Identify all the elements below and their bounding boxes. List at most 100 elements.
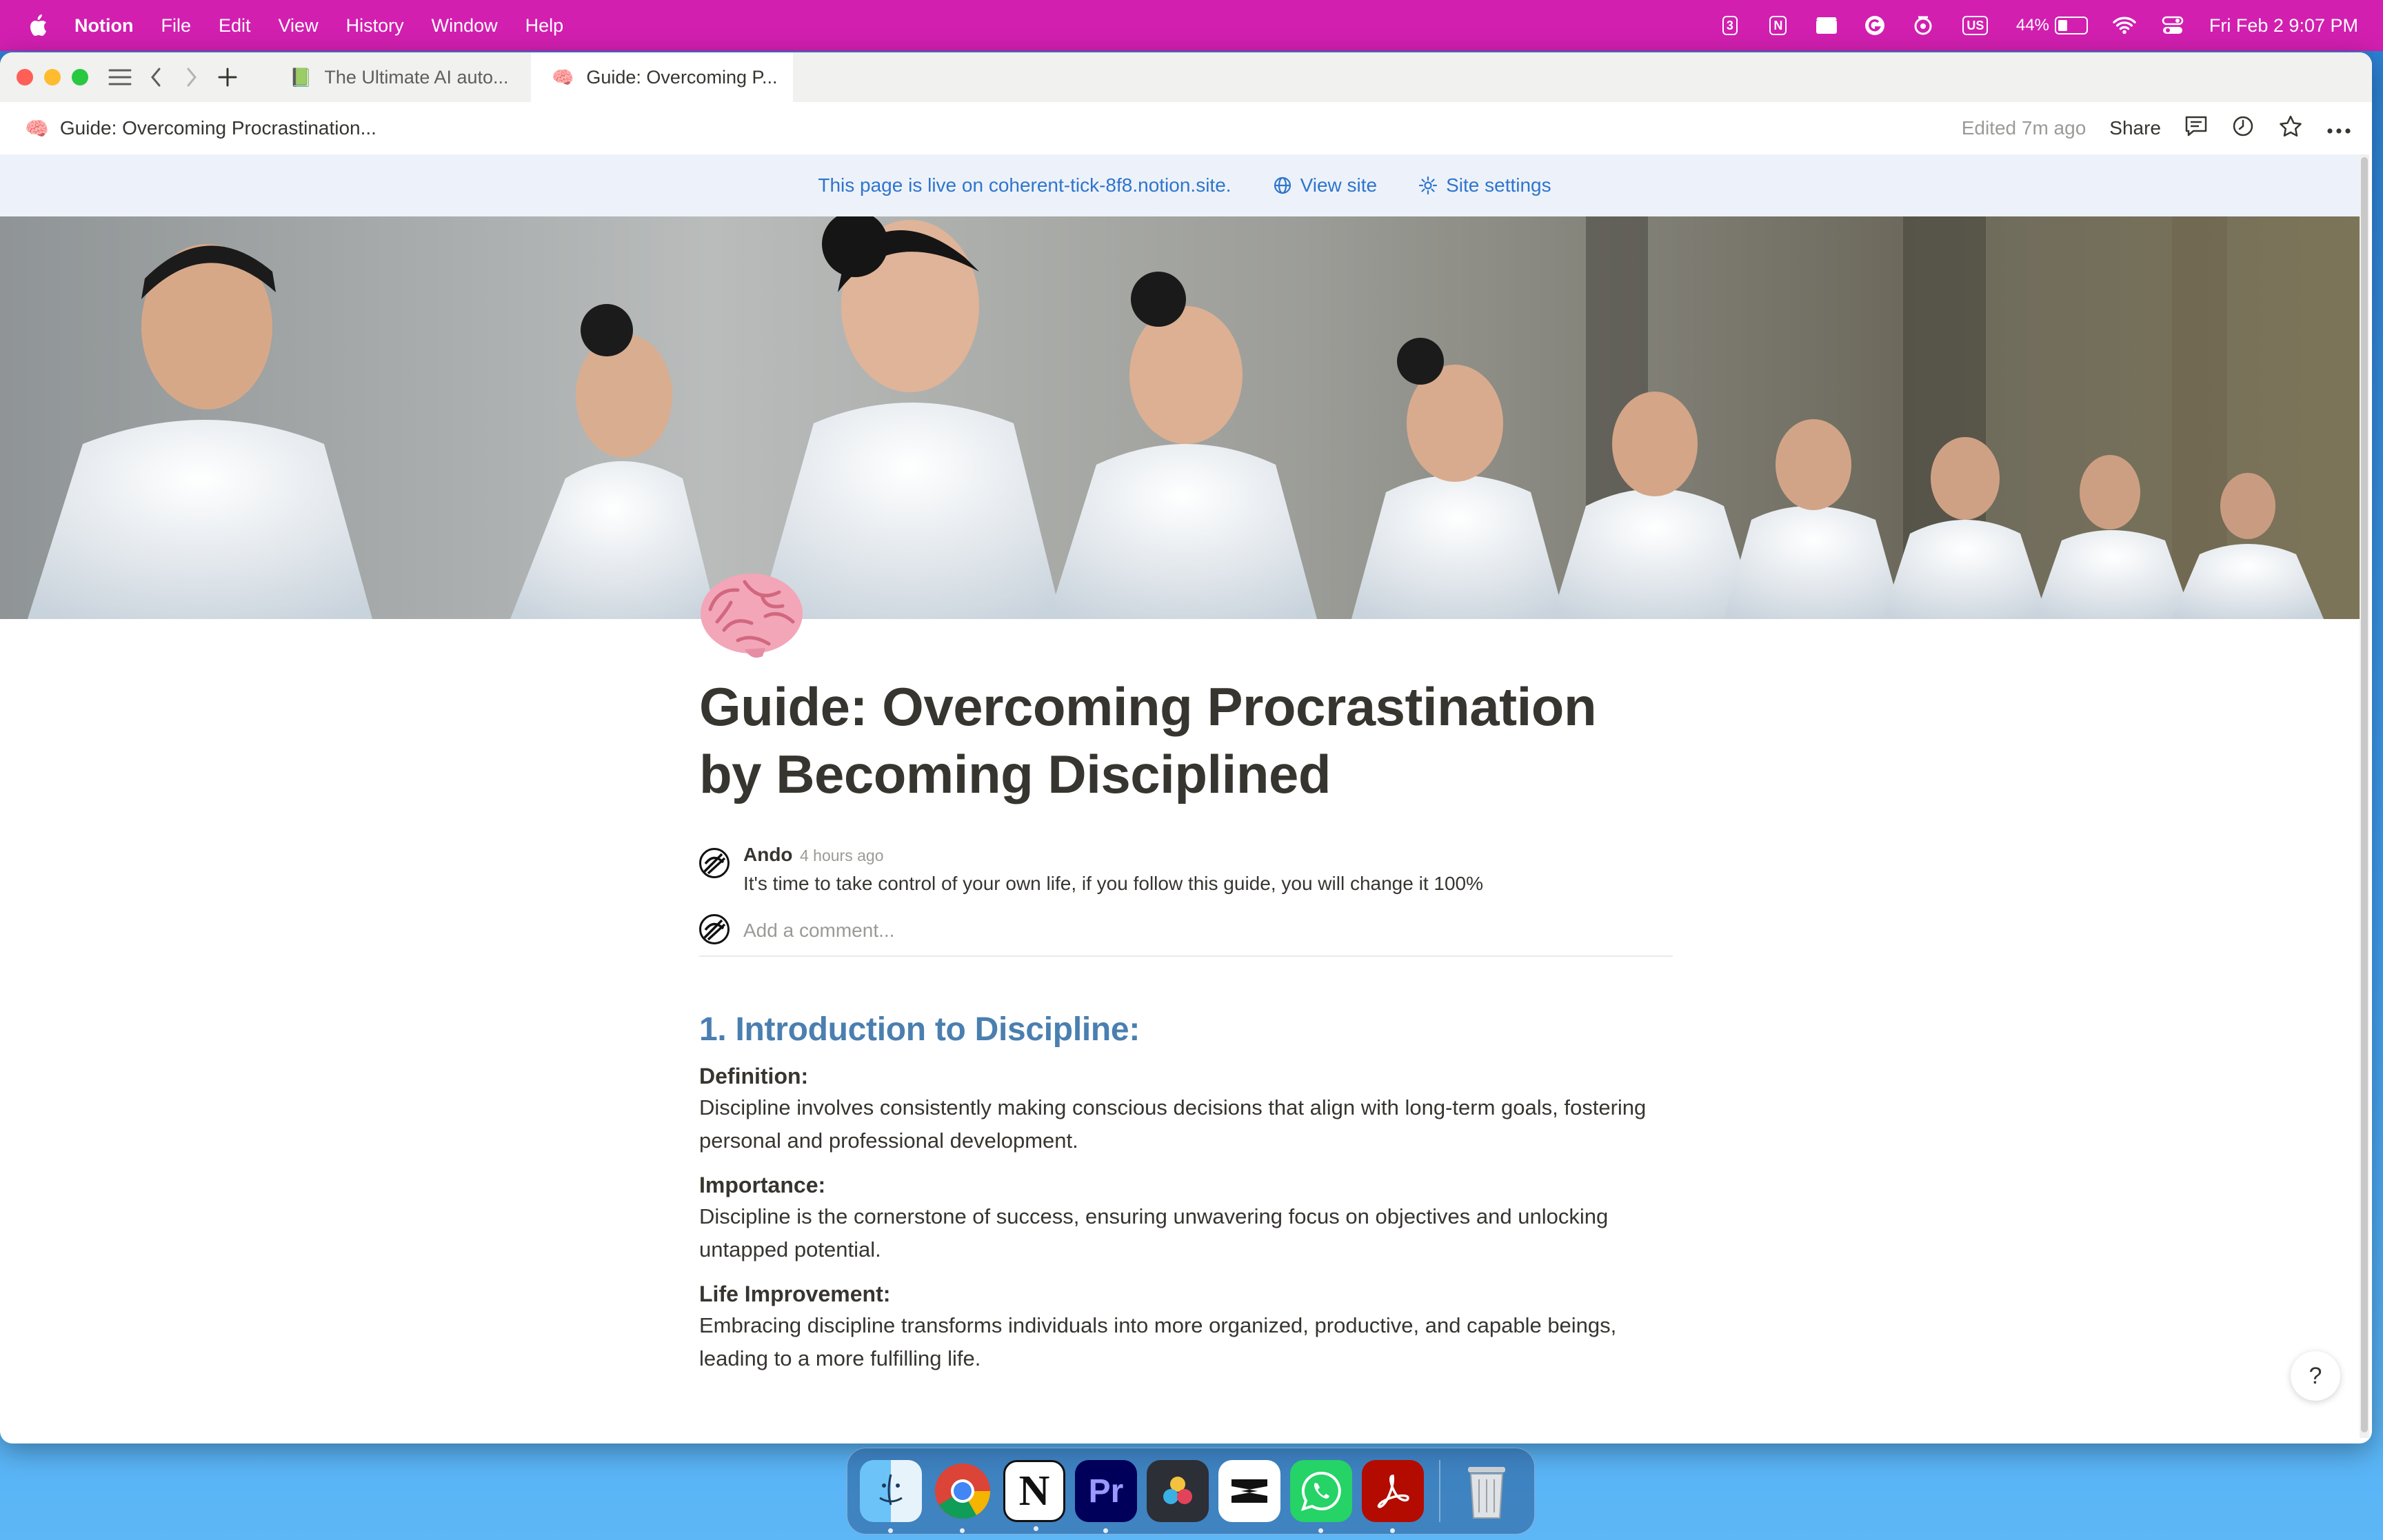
notion-status-icon[interactable]: N <box>1767 14 1790 37</box>
site-settings-label: Site settings <box>1446 174 1551 196</box>
life-improvement-text[interactable]: Embracing discipline transforms individu… <box>699 1309 1673 1375</box>
forward-arrow-icon[interactable] <box>178 63 205 91</box>
section-heading[interactable]: 1. Introduction to Discipline: <box>699 1011 1673 1048</box>
brain-page-icon[interactable] <box>696 568 807 665</box>
menu-history[interactable]: History <box>346 15 404 37</box>
battery-icon <box>2054 17 2088 34</box>
view-site-label: View site <box>1300 174 1378 196</box>
comment-author: Ando <box>743 844 793 865</box>
battery-percent: 44% <box>2015 16 2049 34</box>
whatsapp-icon[interactable] <box>1290 1460 1352 1533</box>
menu-window[interactable]: Window <box>432 15 498 37</box>
comment-text: It's time to take control of your own li… <box>743 873 1483 894</box>
avatar <box>699 848 730 878</box>
premiere-pro-icon[interactable]: Pr <box>1075 1460 1137 1533</box>
favorite-star-icon[interactable] <box>2278 114 2303 143</box>
menu-help[interactable]: Help <box>525 15 564 37</box>
definition-text[interactable]: Discipline involves consistently making … <box>699 1091 1673 1157</box>
cover-image[interactable] <box>0 216 2369 619</box>
control-center-icon[interactable] <box>2161 14 2184 37</box>
menu-file[interactable]: File <box>161 15 191 37</box>
menu-bar: Notion File Edit View History Window Hel… <box>0 0 2383 51</box>
scrollbar-thumb[interactable] <box>2361 157 2368 1432</box>
back-arrow-icon[interactable] <box>142 63 170 91</box>
running-indicator <box>888 1528 893 1533</box>
page-comment[interactable]: Ando 4 hours ago It's time to take contr… <box>699 844 1673 899</box>
grammarly-icon[interactable] <box>1863 14 1887 37</box>
new-tab-plus-icon[interactable] <box>214 63 241 91</box>
history-clock-icon[interactable] <box>2231 114 2255 143</box>
close-window-button[interactable] <box>17 69 33 85</box>
menu-edit[interactable]: Edit <box>219 15 251 37</box>
page-content: Guide: Overcoming Procrastination by Bec… <box>699 673 1673 1388</box>
acrobat-icon[interactable] <box>1362 1460 1424 1533</box>
site-live-link[interactable]: This page is live on coherent-tick-8f8.n… <box>818 174 1231 196</box>
clapperboard-icon[interactable] <box>1815 14 1838 37</box>
breadcrumb-title: Guide: Overcoming Procrastination... <box>59 117 376 139</box>
site-settings-link[interactable]: Site settings <box>1418 174 1551 196</box>
tab-label: The Ultimate AI auto... <box>324 66 509 88</box>
wifi-icon[interactable] <box>2113 14 2136 37</box>
more-options-icon[interactable] <box>2326 117 2351 139</box>
status-area: 3 N US 44% Fri Feb 2 9:07 PM <box>1718 0 2358 51</box>
menu-app-name[interactable]: Notion <box>74 15 133 37</box>
tab-ultimate-ai[interactable]: 📗 The Ultimate AI auto... <box>269 52 531 102</box>
breadcrumb[interactable]: 🧠 Guide: Overcoming Procrastination... <box>25 117 376 140</box>
topbar-actions: Edited 7m ago Share <box>1962 114 2351 143</box>
calendar-icon[interactable]: 3 <box>1718 14 1742 37</box>
tab-bar: 📗 The Ultimate AI auto... 🧠 Guide: Overc… <box>0 52 2372 102</box>
apple-icon[interactable] <box>26 13 48 38</box>
chrome-icon[interactable] <box>932 1460 994 1533</box>
importance-label: Importance: <box>699 1173 826 1197</box>
keyboard-layout-label: US <box>1962 16 1989 35</box>
trash-icon[interactable] <box>1456 1460 1518 1522</box>
book-icon: 📗 <box>290 66 312 88</box>
running-indicator <box>1034 1526 1038 1531</box>
dock: N Pr <box>847 1448 1535 1534</box>
site-live-banner: This page is live on coherent-tick-8f8.n… <box>0 154 2369 216</box>
avatar <box>699 914 730 944</box>
running-indicator <box>1318 1528 1323 1533</box>
dock-separator <box>1439 1460 1440 1522</box>
menu-view[interactable]: View <box>279 15 319 37</box>
tab-guide-procrastination[interactable]: 🧠 Guide: Overcoming P... <box>531 52 793 102</box>
keyboard-layout-icon[interactable]: US <box>1960 14 1991 37</box>
edited-timestamp[interactable]: Edited 7m ago <box>1962 117 2087 139</box>
premiere-label: Pr <box>1088 1472 1124 1510</box>
tab-label: Guide: Overcoming P... <box>586 66 778 88</box>
davinci-resolve-icon[interactable] <box>1147 1460 1209 1522</box>
sidebar-toggle-icon[interactable] <box>106 63 134 91</box>
maximize-window-button[interactable] <box>72 69 88 85</box>
share-button[interactable]: Share <box>2109 117 2161 139</box>
page-topbar: 🧠 Guide: Overcoming Procrastination... E… <box>0 102 2372 154</box>
brain-icon: 🧠 <box>552 66 574 88</box>
help-button[interactable]: ? <box>2291 1351 2340 1401</box>
importance-text[interactable]: Discipline is the cornerstone of success… <box>699 1200 1673 1266</box>
gear-icon <box>1419 176 1438 195</box>
comment-time: 4 hours ago <box>800 847 884 864</box>
comments-icon[interactable] <box>2184 115 2208 142</box>
notion-badge: N <box>1769 16 1787 35</box>
calendar-badge: 3 <box>1722 16 1738 35</box>
running-indicator <box>1103 1528 1108 1533</box>
add-comment-row[interactable]: Add a comment... <box>699 914 1673 957</box>
minimize-window-button[interactable] <box>44 69 61 85</box>
screen-record-icon[interactable] <box>1911 14 1935 37</box>
window-controls <box>17 69 88 85</box>
battery-indicator[interactable]: 44% <box>2016 16 2088 35</box>
running-indicator <box>1390 1528 1395 1533</box>
finder-icon[interactable] <box>860 1460 922 1533</box>
battery-level-fill <box>2058 20 2068 31</box>
capcut-icon[interactable] <box>1218 1460 1280 1522</box>
life-improvement-label: Life Improvement: <box>699 1281 891 1306</box>
add-comment-input[interactable]: Add a comment... <box>743 920 894 942</box>
running-indicator <box>960 1528 965 1533</box>
notion-icon[interactable]: N <box>1003 1460 1065 1531</box>
clock[interactable]: Fri Feb 2 9:07 PM <box>2209 15 2358 37</box>
page-title[interactable]: Guide: Overcoming Procrastination by Bec… <box>699 673 1673 808</box>
view-site-link[interactable]: View site <box>1273 174 1378 196</box>
definition-label: Definition: <box>699 1064 809 1088</box>
brain-icon: 🧠 <box>25 117 49 139</box>
globe-icon <box>1274 176 1291 194</box>
notion-window: 📗 The Ultimate AI auto... 🧠 Guide: Overc… <box>0 52 2372 1443</box>
